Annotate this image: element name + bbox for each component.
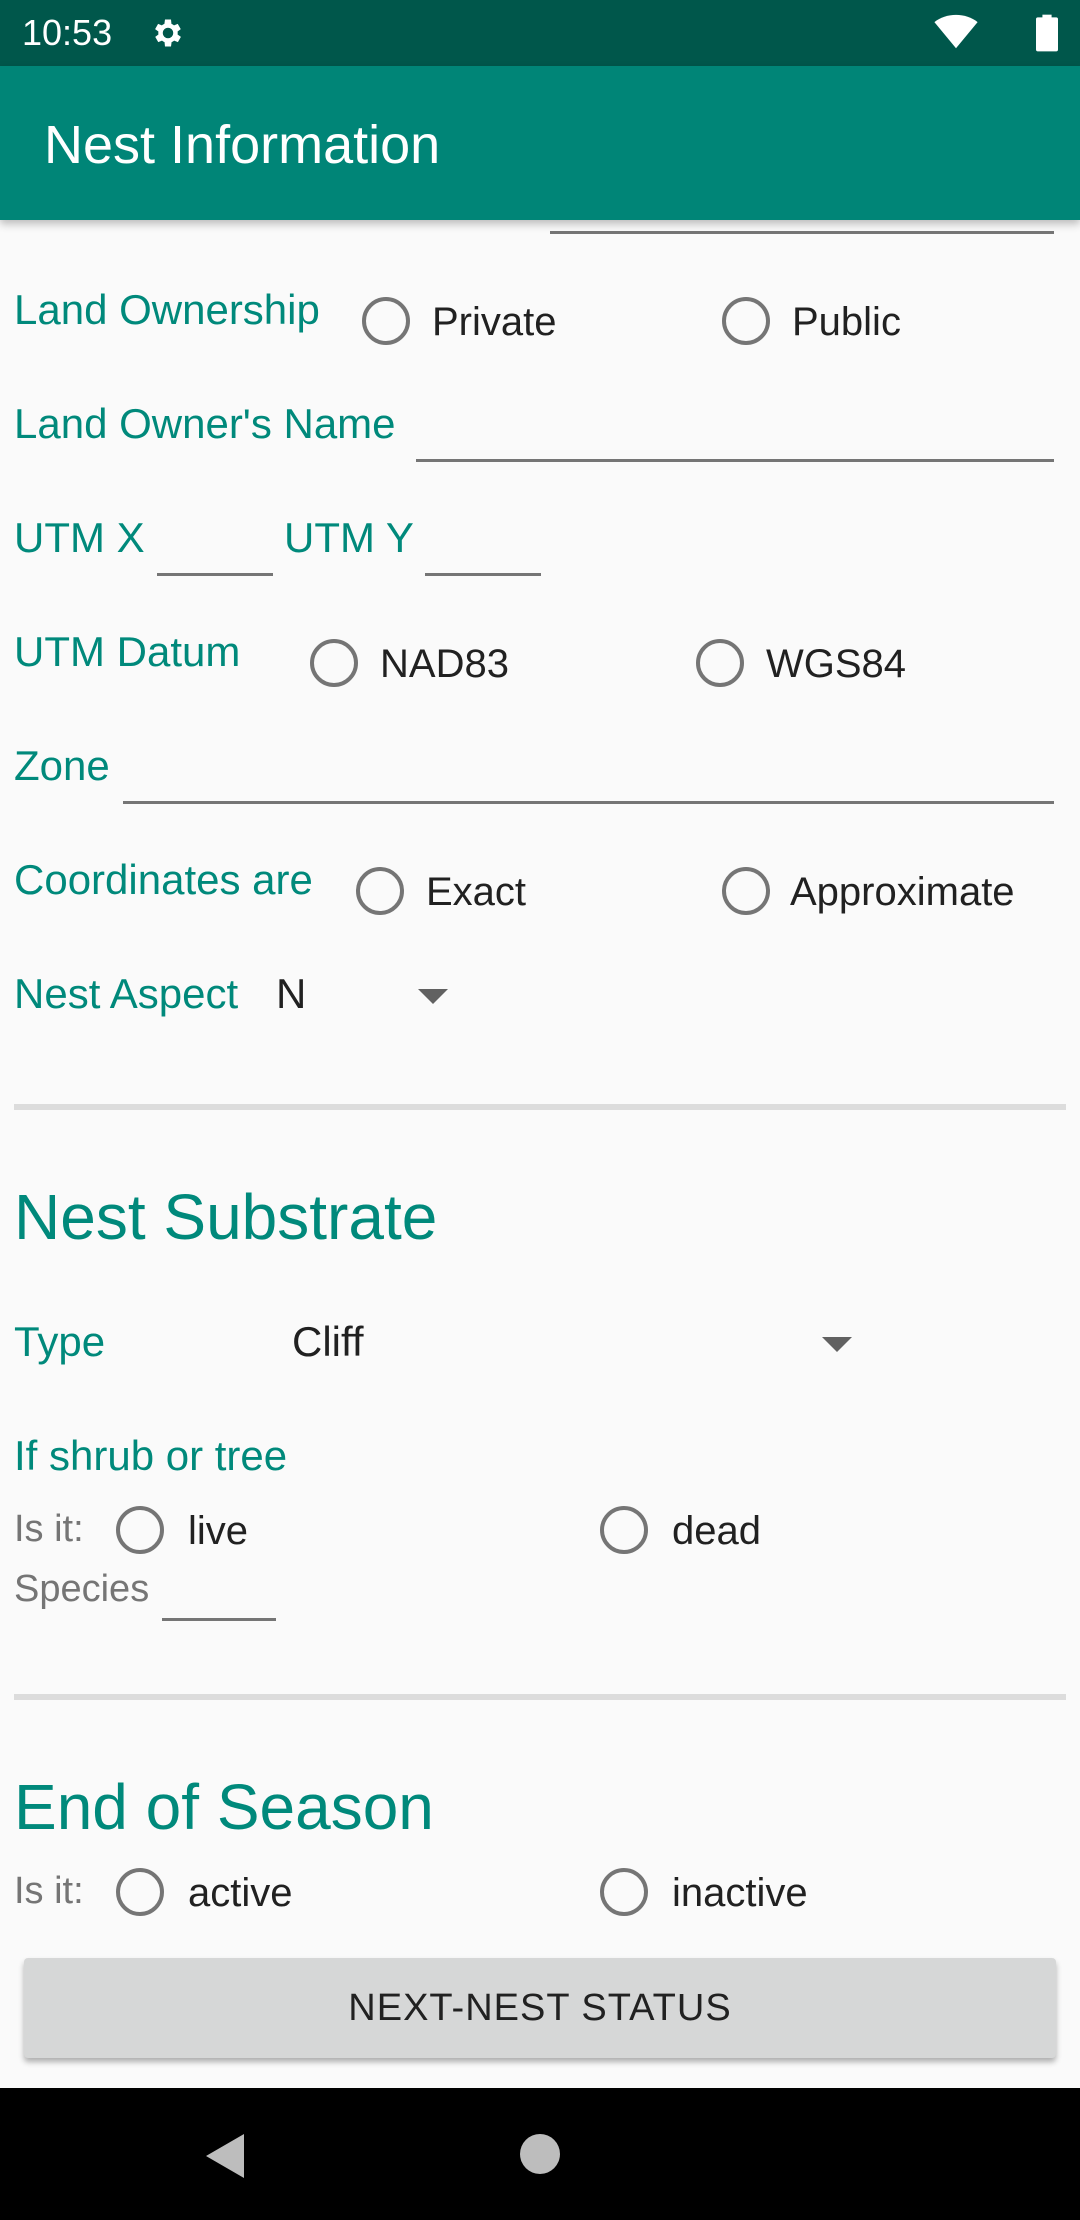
approximate-radio-label[interactable]: Approximate (790, 870, 1015, 915)
species-label: Species (14, 1568, 150, 1610)
type-label: Type (14, 1318, 106, 1365)
land-owner-name-field[interactable] (416, 459, 1054, 462)
dead-radio-label[interactable]: dead (672, 1509, 761, 1554)
section-divider (14, 1694, 1066, 1700)
land-ownership-label: Land Ownership (14, 286, 320, 333)
type-value: Cliff (292, 1318, 364, 1365)
exact-radio[interactable] (356, 867, 404, 915)
is-it-label: Is it: (14, 1508, 84, 1550)
nest-aspect-value: N (276, 970, 307, 1017)
end-of-season-heading: End of Season (14, 1771, 434, 1843)
back-icon[interactable] (204, 2132, 246, 2180)
dropdown-arrow-icon (418, 989, 448, 1004)
previous-field-underline[interactable] (550, 231, 1054, 234)
active-radio-label[interactable]: active (188, 1871, 293, 1916)
nest-aspect-spinner[interactable]: N (270, 960, 460, 1030)
inactive-radio[interactable] (600, 1868, 648, 1916)
next-nest-status-button[interactable]: NEXT-NEST STATUS (24, 1958, 1056, 2058)
gear-icon (155, 19, 181, 47)
nad83-radio-label[interactable]: NAD83 (380, 642, 509, 687)
utm-y-field[interactable] (425, 573, 541, 576)
approximate-radio[interactable] (722, 867, 770, 915)
shrub-tree-label: If shrub or tree (14, 1432, 288, 1479)
wgs84-radio[interactable] (696, 639, 744, 687)
status-time: 10:53 (22, 12, 113, 53)
navigation-bar (0, 2088, 1080, 2220)
zone-field[interactable] (123, 801, 1054, 804)
end-is-it-label: Is it: (14, 1870, 84, 1912)
live-radio[interactable] (116, 1506, 164, 1554)
utm-x-label: UTM X (14, 514, 145, 561)
land-owner-name-label: Land Owner's Name (14, 400, 396, 447)
nest-aspect-label: Nest Aspect (14, 970, 239, 1017)
utm-x-field[interactable] (157, 573, 273, 576)
zone-label: Zone (14, 742, 110, 789)
battery-icon (1036, 14, 1058, 52)
private-radio[interactable] (362, 297, 410, 345)
species-field[interactable] (162, 1618, 276, 1621)
public-radio-label[interactable]: Public (792, 300, 901, 345)
dead-radio[interactable] (600, 1506, 648, 1554)
home-icon[interactable] (520, 2134, 560, 2174)
live-radio-label[interactable]: live (188, 1509, 248, 1554)
coordinates-label: Coordinates are (14, 856, 313, 903)
nad83-radio[interactable] (310, 639, 358, 687)
app-bar: Nest Information (0, 66, 1080, 220)
nest-substrate-heading: Nest Substrate (14, 1181, 438, 1253)
wgs84-radio-label[interactable]: WGS84 (766, 642, 906, 687)
public-radio[interactable] (722, 297, 770, 345)
utm-y-label: UTM Y (284, 514, 414, 561)
wifi-icon (934, 14, 978, 49)
type-spinner[interactable]: Cliff (280, 1308, 880, 1378)
private-radio-label[interactable]: Private (432, 300, 557, 345)
active-radio[interactable] (116, 1868, 164, 1916)
exact-radio-label[interactable]: Exact (426, 870, 526, 915)
dropdown-arrow-icon (822, 1337, 852, 1352)
section-divider (14, 1104, 1066, 1110)
inactive-radio-label[interactable]: inactive (672, 1871, 808, 1916)
utm-datum-label: UTM Datum (14, 628, 241, 675)
status-bar: 10:53 (0, 0, 1080, 66)
page-title: Nest Information (44, 115, 441, 175)
form-scroll-area[interactable]: Land Ownership Private Public Land Owner… (0, 220, 1080, 2088)
